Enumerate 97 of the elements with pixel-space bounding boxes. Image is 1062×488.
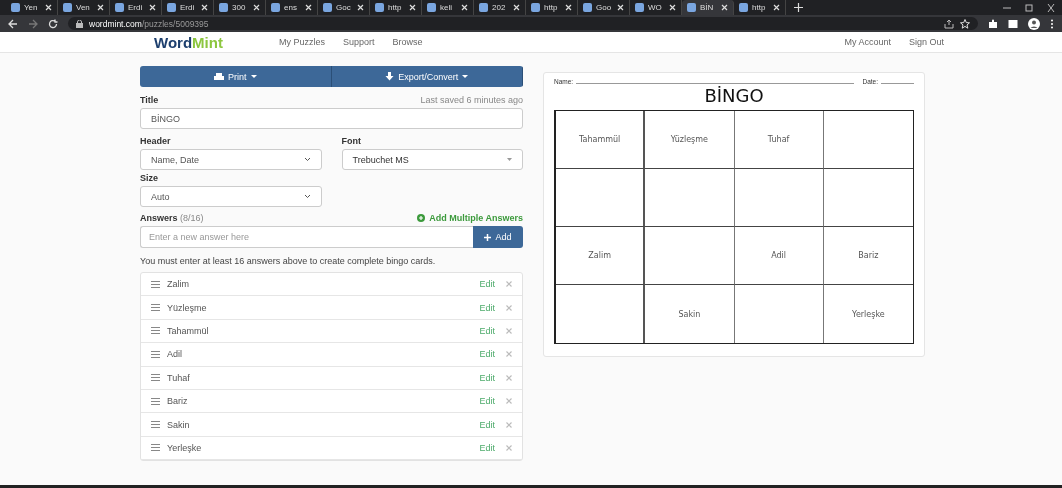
favicon-icon xyxy=(531,3,540,12)
title-field[interactable]: BİNGO xyxy=(140,108,523,129)
drag-handle-icon[interactable] xyxy=(151,444,160,452)
nav-link[interactable]: Support xyxy=(342,37,375,47)
grid-cell-text: Yerleşke xyxy=(851,308,886,321)
back-arrow-icon[interactable] xyxy=(8,18,18,29)
favicon-icon xyxy=(167,3,176,12)
drag-handle-icon[interactable] xyxy=(151,374,160,382)
chevron-icon xyxy=(304,194,311,199)
close-window-icon[interactable] xyxy=(1046,3,1056,12)
browser-tab[interactable]: BİN xyxy=(682,0,734,15)
share-icon[interactable] xyxy=(944,18,954,29)
address-bar[interactable]: wordmint.com/puzzles/5009395 xyxy=(68,17,978,30)
answer-row[interactable]: Adil Edit xyxy=(141,343,522,367)
close-icon[interactable] xyxy=(201,4,208,11)
side-panel-icon[interactable] xyxy=(1008,18,1018,29)
caret-icon xyxy=(462,75,469,78)
favicon-icon xyxy=(739,3,748,12)
add-multiple-link[interactable]: Add Multiple Answers xyxy=(417,213,523,223)
url-text: wordmint.com/puzzles/5009395 xyxy=(89,18,209,29)
favicon-icon xyxy=(635,3,644,12)
reload-icon[interactable] xyxy=(48,18,58,29)
field-label: Title xyxy=(140,95,159,105)
new-tab-icon[interactable] xyxy=(794,3,803,12)
close-icon[interactable] xyxy=(253,4,260,11)
bingo-title: BİNGO xyxy=(703,85,765,106)
close-icon[interactable] xyxy=(149,4,156,11)
drag-handle-icon[interactable] xyxy=(151,280,160,288)
close-icon[interactable] xyxy=(513,4,520,11)
answer-row[interactable]: Yüzleşme Edit xyxy=(141,296,522,320)
grid-cell: Sakin xyxy=(645,285,735,343)
answers-label: Answers (8/16) xyxy=(140,213,204,223)
favicon-icon xyxy=(375,3,384,12)
maximize-icon[interactable] xyxy=(1024,3,1034,12)
close-icon[interactable] xyxy=(305,4,312,11)
favicon-icon xyxy=(115,3,124,12)
account-link[interactable]: Sign Out xyxy=(908,37,944,47)
avatar-icon[interactable] xyxy=(1028,17,1040,30)
answer-row[interactable]: Yerleşke Edit xyxy=(141,436,522,461)
plus-circle-icon xyxy=(417,214,426,222)
favicon-icon xyxy=(687,3,696,12)
field-label: Header xyxy=(140,136,172,146)
menu-icon[interactable] xyxy=(1050,18,1054,29)
close-icon[interactable] xyxy=(773,4,780,11)
font-select[interactable]: Trebuchet MS xyxy=(341,149,523,170)
favicon-icon xyxy=(323,3,332,12)
close-icon[interactable] xyxy=(97,4,104,11)
drag-handle-icon[interactable] xyxy=(151,397,160,405)
drag-handle-icon[interactable] xyxy=(151,350,160,358)
grid-cell: Bariz xyxy=(823,227,913,285)
favicon-icon xyxy=(479,3,488,12)
size-select[interactable]: Auto xyxy=(140,186,322,207)
export-button[interactable]: Export/Convert xyxy=(331,66,523,87)
close-icon[interactable] xyxy=(617,4,624,11)
plus-icon xyxy=(484,233,492,241)
field-label: Font xyxy=(341,136,362,146)
answer-row[interactable]: Bariz Edit xyxy=(141,389,522,414)
close-icon[interactable] xyxy=(357,4,364,11)
close-icon[interactable] xyxy=(669,4,676,11)
answer-row[interactable]: Tahammül Edit xyxy=(141,319,522,344)
close-icon[interactable] xyxy=(721,4,728,11)
puzzle-piece-icon[interactable] xyxy=(988,18,998,29)
nav-link[interactable]: My Puzzles xyxy=(278,37,325,47)
saved-status: Last saved 6 minutes ago xyxy=(420,95,523,105)
caret-icon xyxy=(250,75,257,78)
favicon-icon xyxy=(11,3,20,12)
answer-row[interactable]: Zalim Edit xyxy=(141,273,522,297)
close-icon[interactable] xyxy=(565,4,572,11)
close-icon[interactable] xyxy=(461,4,468,11)
drag-handle-icon[interactable] xyxy=(151,421,160,429)
favicon-icon xyxy=(427,3,436,12)
caret-icon xyxy=(507,158,512,161)
answer-input[interactable]: Enter a new answer here xyxy=(140,226,473,248)
field-label: Size xyxy=(140,173,159,183)
site-logo[interactable]: WordMint xyxy=(154,33,223,51)
notice-text: You must enter at least 16 answers above to create complete bingo cards. xyxy=(140,256,437,266)
drag-handle-icon[interactable] xyxy=(151,304,160,312)
answer-row[interactable]: Tuhaf Edit xyxy=(141,366,522,390)
answer-row[interactable]: Sakin Edit xyxy=(141,413,522,437)
drag-handle-icon[interactable] xyxy=(151,327,160,335)
favicon-icon xyxy=(583,3,592,12)
lock-icon xyxy=(76,19,83,28)
favicon-icon xyxy=(63,3,72,12)
nav-link[interactable]: Browse xyxy=(392,37,423,47)
forward-arrow-icon[interactable] xyxy=(28,18,38,29)
close-icon[interactable] xyxy=(409,4,416,11)
account-link[interactable]: My Account xyxy=(844,37,891,47)
header-select[interactable]: Name, Date xyxy=(140,149,322,170)
download-icon xyxy=(385,72,395,81)
add-button[interactable]: Add xyxy=(473,226,523,248)
favicon-icon xyxy=(219,3,228,12)
print-button[interactable]: Print xyxy=(140,66,332,87)
close-icon[interactable] xyxy=(45,4,52,11)
chevron-icon xyxy=(303,157,311,162)
favicon-icon xyxy=(271,3,280,12)
printer-icon xyxy=(214,72,224,81)
star-icon[interactable] xyxy=(960,18,970,29)
